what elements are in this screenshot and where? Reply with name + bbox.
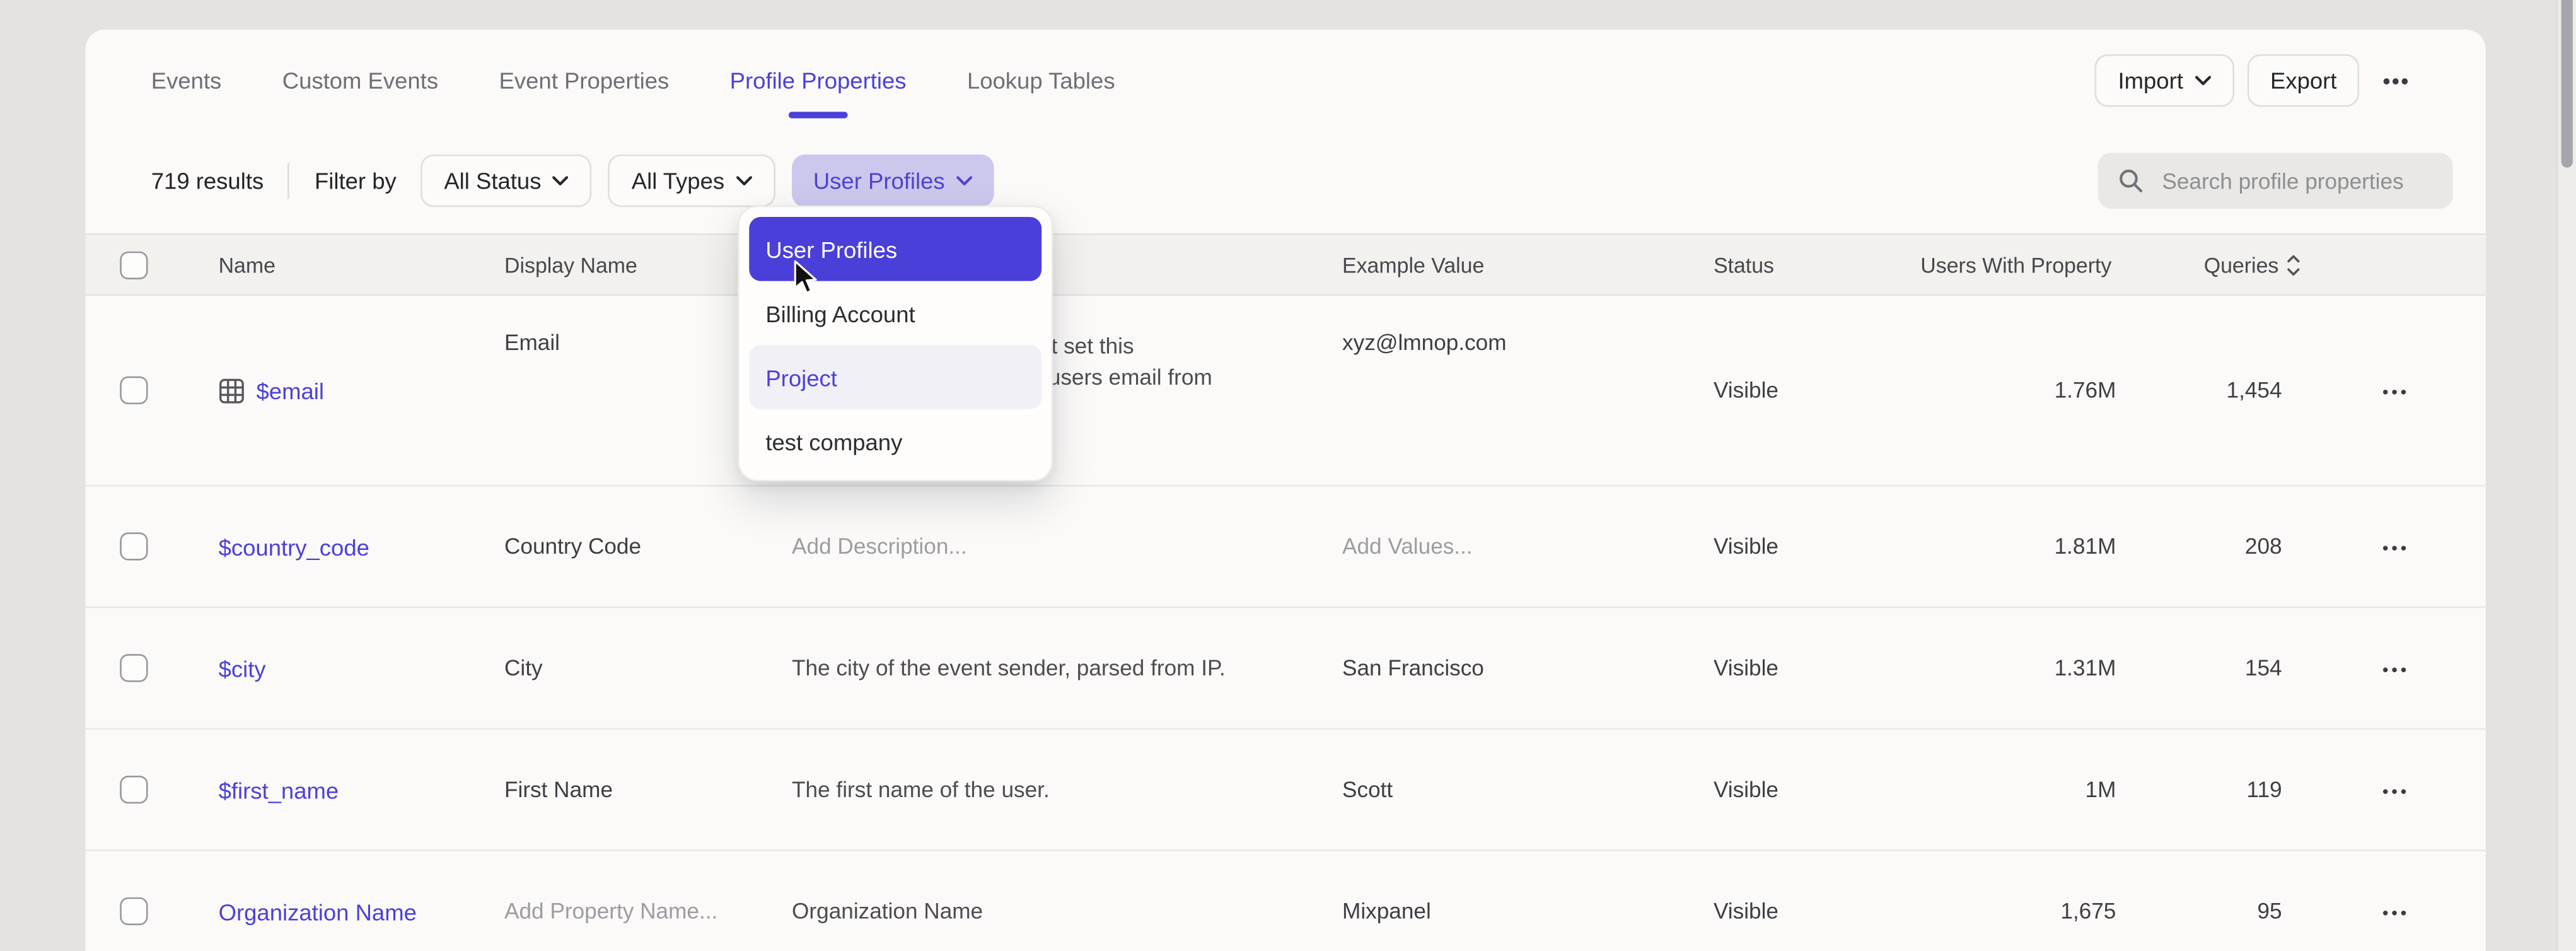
table-header: Name Display Name Example Value Status U… (86, 233, 2486, 296)
property-name-link[interactable]: $email (219, 377, 504, 404)
tab-bar: Events Custom Events Event Properties Pr… (151, 40, 1115, 122)
property-name-link[interactable]: $country_code (219, 534, 504, 560)
search-input[interactable] (2159, 166, 2433, 194)
table-row[interactable]: $first_name First Name The first name of… (86, 730, 2486, 851)
chevron-down-icon (553, 176, 569, 186)
description-cell[interactable]: Add Description... (792, 531, 1342, 563)
users-with-property-cell: 1M (1920, 778, 2116, 802)
queries-cell: 119 (2116, 778, 2306, 802)
toolbar: Import Export ••• (2095, 54, 2420, 107)
col-header-status[interactable]: Status (1714, 252, 1920, 277)
results-count: 719 results (151, 168, 264, 194)
users-with-property-cell: 1.76M (1920, 378, 2116, 402)
col-header-users-with-property[interactable]: Users With Property (1920, 252, 2116, 277)
row-checkbox[interactable] (120, 654, 148, 682)
group-filter-dropdown: User Profiles Billing Account Project te… (738, 206, 1053, 482)
table-body: $email Email The user's email. You must … (86, 296, 2486, 951)
col-header-example-value[interactable]: Example Value (1342, 252, 1714, 277)
tab-event-properties[interactable]: Event Properties (499, 40, 670, 122)
row-more-button[interactable]: ••• (2382, 662, 2410, 680)
users-with-property-cell: 1.81M (1920, 534, 2116, 559)
row-more-button[interactable]: ••• (2382, 385, 2410, 403)
row-checkbox[interactable] (120, 897, 148, 925)
users-with-property-cell: 1.31M (1920, 656, 2116, 680)
row-checkbox[interactable] (120, 532, 148, 560)
property-name-link[interactable]: $first_name (219, 776, 504, 803)
row-more-button[interactable]: ••• (2382, 784, 2410, 802)
tab-custom-events[interactable]: Custom Events (282, 40, 438, 122)
type-filter-button[interactable]: All Types (608, 155, 775, 207)
profile-properties-page: Events Custom Events Event Properties Pr… (0, 0, 2576, 951)
row-more-button[interactable]: ••• (2382, 540, 2410, 559)
property-name: $city (219, 655, 266, 681)
example-value-cell[interactable]: Scott (1342, 778, 1714, 802)
row-checkbox[interactable] (120, 776, 148, 803)
description-cell[interactable]: The first name of the user. (792, 774, 1342, 805)
example-value-cell[interactable]: xyz@lmnop.com (1342, 296, 1714, 355)
chevron-down-icon (736, 176, 752, 186)
status-cell[interactable]: Visible (1714, 899, 1920, 923)
col-header-queries[interactable]: Queries (2116, 252, 2306, 277)
content-card: Events Custom Events Event Properties Pr… (86, 30, 2486, 951)
status-cell[interactable]: Visible (1714, 534, 1920, 559)
mouse-cursor-icon (794, 260, 820, 304)
property-name-link[interactable]: $city (219, 655, 504, 681)
chevron-down-icon (956, 176, 973, 186)
export-button[interactable]: Export (2248, 54, 2360, 107)
lookup-table-icon (219, 377, 245, 404)
example-value-cell[interactable]: San Francisco (1342, 656, 1714, 680)
queries-cell: 1,454 (2116, 378, 2306, 402)
divider (288, 163, 290, 199)
filter-row: 719 results Filter by All Status All Typ… (86, 153, 2486, 209)
status-cell[interactable]: Visible (1714, 656, 1920, 680)
queries-cell: 208 (2116, 534, 2306, 559)
row-checkbox[interactable] (120, 376, 148, 404)
property-name: $email (257, 377, 324, 404)
table-row[interactable]: $email Email The user's email. You must … (86, 296, 2486, 486)
example-value-cell[interactable]: Add Values... (1342, 534, 1714, 559)
dropdown-item-test-company[interactable]: test company (749, 409, 1041, 474)
row-more-button[interactable]: ••• (2382, 906, 2410, 924)
tabs-row: Events Custom Events Event Properties Pr… (86, 30, 2486, 122)
chevron-down-icon (2195, 76, 2211, 86)
description-cell[interactable]: Organization Name (792, 896, 1342, 927)
status-cell[interactable]: Visible (1714, 378, 1920, 402)
display-name-cell[interactable]: First Name (504, 778, 792, 802)
queries-cell: 154 (2116, 656, 2306, 680)
property-name-link[interactable]: Organization Name (219, 898, 504, 925)
status-filter-button[interactable]: All Status (421, 155, 592, 207)
status-cell[interactable]: Visible (1714, 778, 1920, 802)
filter-by-label: Filter by (315, 168, 397, 194)
scrollbar-thumb[interactable] (2561, 0, 2573, 168)
col-header-name[interactable]: Name (219, 252, 504, 277)
more-options-button[interactable]: ••• (2373, 68, 2420, 93)
search-icon (2118, 168, 2144, 194)
queries-cell: 95 (2116, 899, 2306, 923)
property-name: $country_code (219, 534, 369, 560)
table-row[interactable]: $city City The city of the event sender,… (86, 608, 2486, 730)
display-name-cell[interactable]: Add Property Name... (504, 899, 792, 923)
search-box[interactable] (2098, 153, 2453, 209)
tab-events[interactable]: Events (151, 40, 222, 122)
group-filter-button[interactable]: User Profiles (792, 155, 994, 207)
header-checkbox-cell (86, 250, 219, 278)
tab-profile-properties[interactable]: Profile Properties (730, 40, 907, 122)
property-name: Organization Name (219, 898, 417, 925)
example-value-cell[interactable]: Mixpanel (1342, 899, 1714, 923)
import-button[interactable]: Import (2095, 54, 2234, 107)
vertical-scrollbar[interactable] (2556, 0, 2576, 951)
tab-lookup-tables[interactable]: Lookup Tables (967, 40, 1115, 122)
sort-icon[interactable] (2287, 254, 2300, 276)
description-cell[interactable]: The city of the event sender, parsed fro… (792, 653, 1342, 684)
display-name-cell[interactable]: City (504, 656, 792, 680)
users-with-property-cell: 1,675 (1920, 899, 2116, 923)
select-all-checkbox[interactable] (120, 250, 148, 278)
display-name-cell[interactable]: Country Code (504, 534, 792, 559)
dropdown-item-project[interactable]: Project (749, 345, 1041, 409)
property-name: $first_name (219, 776, 339, 803)
table-row[interactable]: $country_code Country Code Add Descripti… (86, 486, 2486, 608)
table-row[interactable]: Organization Name Add Property Name... O… (86, 851, 2486, 951)
